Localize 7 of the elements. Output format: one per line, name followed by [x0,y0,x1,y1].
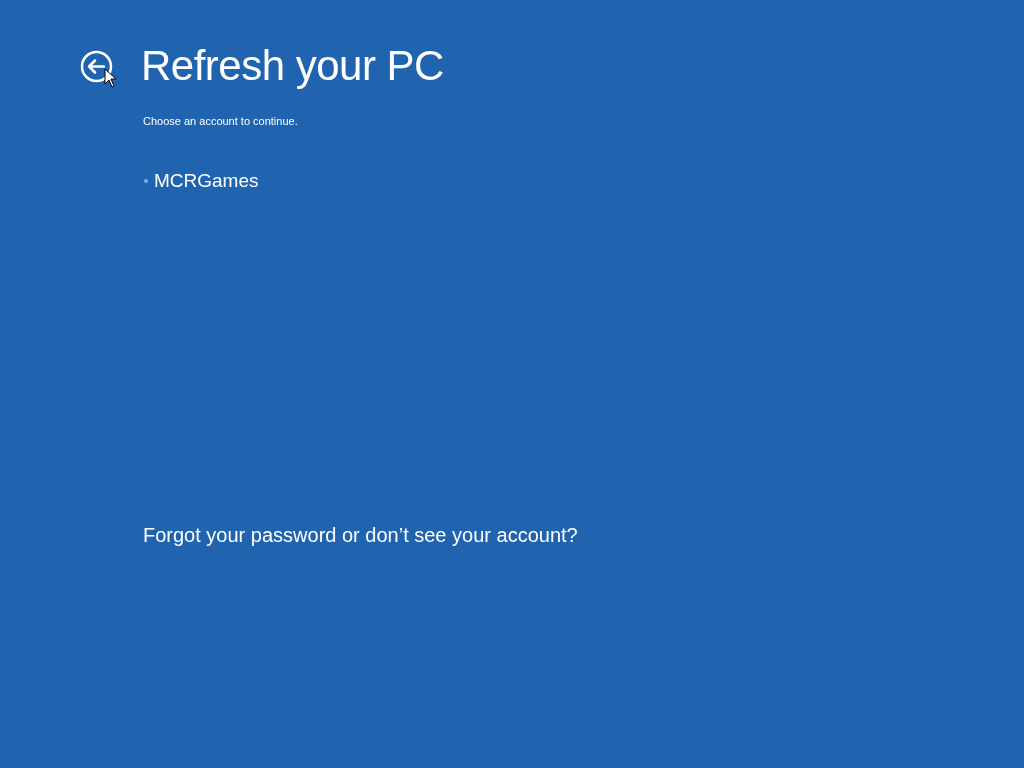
account-item[interactable]: MCRGames [143,170,1024,192]
help-link[interactable]: Forgot your password or don’t see your account? [143,524,578,547]
bullet-icon [144,179,148,183]
back-icon[interactable] [80,49,113,83]
instruction-text: Choose an account to continue. [143,114,299,128]
page-title: Refresh your PC [141,41,444,91]
mouse-pointer-icon [104,68,116,88]
